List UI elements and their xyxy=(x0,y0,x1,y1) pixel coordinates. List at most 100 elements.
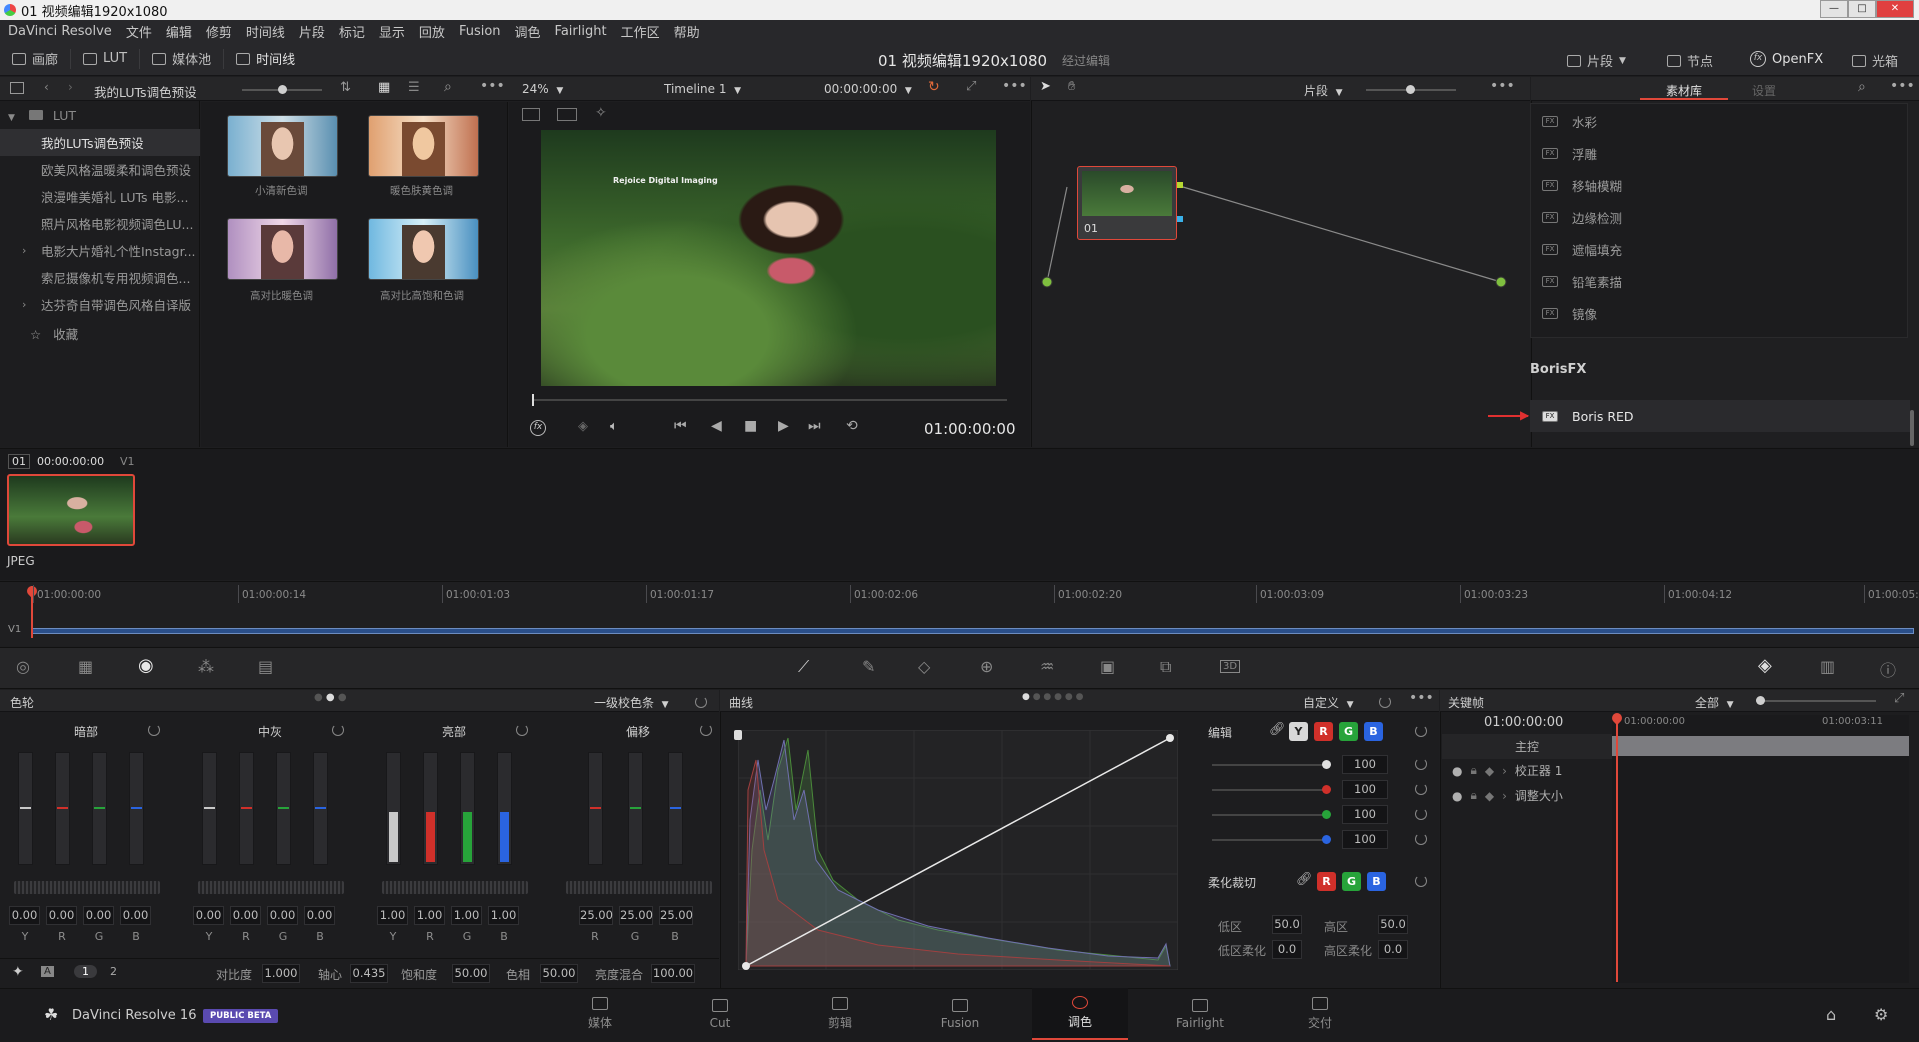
menu-fusion[interactable]: Fusion xyxy=(459,24,501,39)
keyframe-row-master[interactable]: 主控 xyxy=(1442,734,1612,759)
menu-trim[interactable]: 修剪 xyxy=(206,22,232,41)
viewer-mode-split-icon[interactable] xyxy=(557,108,577,121)
wheel-value-field[interactable]: 0.00 xyxy=(304,906,335,925)
keyframe-row-sizing[interactable]: ● 🔒︎ ◆ › 调整大小 xyxy=(1442,783,1612,808)
curves-icon[interactable]: ⟋ xyxy=(798,657,809,677)
sizing-icon[interactable]: ⧉ xyxy=(1160,657,1171,677)
fx-scrollbar[interactable] xyxy=(1910,410,1914,446)
menu-davinci[interactable]: DaVinci Resolve xyxy=(8,24,112,39)
wheel-value-field[interactable]: 0.00 xyxy=(120,906,151,925)
high-field[interactable]: 50.0 xyxy=(1378,915,1408,934)
fx-item[interactable]: FX 边缘检测 xyxy=(1530,201,1910,233)
rgb-mixer-icon[interactable]: ⁂ xyxy=(198,657,214,676)
menu-color[interactable]: 调色 xyxy=(515,22,541,41)
back-arrow-icon[interactable]: ‹ xyxy=(44,80,49,94)
primary-bar[interactable] xyxy=(313,752,328,865)
reset-icon[interactable] xyxy=(1415,783,1427,795)
thumbnail-size-slider[interactable] xyxy=(242,85,322,94)
reset-icon[interactable] xyxy=(1415,808,1427,820)
minimize-button[interactable]: — xyxy=(1820,0,1848,18)
page-deliver[interactable]: 交付 xyxy=(1272,988,1368,1040)
nodes-button[interactable]: 节点 xyxy=(1655,51,1725,70)
wheel-param-field[interactable]: 1.000 xyxy=(262,964,300,983)
wheel-value-field[interactable]: 1.00 xyxy=(414,906,445,925)
tab-settings[interactable]: 设置 xyxy=(1752,82,1776,99)
page-1-button[interactable]: 1 xyxy=(74,965,97,978)
wheel-value-field[interactable]: 0.00 xyxy=(9,906,40,925)
loop-icon[interactable]: ⟲ xyxy=(846,418,858,434)
soft-clip-green[interactable]: G xyxy=(1342,872,1361,891)
low-field[interactable]: 50.0 xyxy=(1272,915,1302,934)
clips-button[interactable]: 片段 ▼ xyxy=(1555,51,1638,70)
color-wheels-icon[interactable]: ◉ xyxy=(138,655,154,676)
primary-bar[interactable] xyxy=(460,752,475,865)
reset-icon[interactable] xyxy=(332,724,344,736)
intensity-field[interactable]: 100 xyxy=(1342,780,1388,799)
lut-button[interactable]: LUT xyxy=(71,51,139,66)
reset-icon[interactable] xyxy=(1379,696,1391,708)
grid-view-icon[interactable]: ▦ xyxy=(378,80,390,95)
layers-icon[interactable]: ◈ xyxy=(578,419,588,434)
high-soft-field[interactable]: 0.0 xyxy=(1378,940,1408,959)
wheel-value-field[interactable]: 1.00 xyxy=(377,906,408,925)
lightbox-button[interactable]: 光箱 xyxy=(1840,51,1910,70)
sort-icon[interactable]: ⇅ xyxy=(340,80,351,95)
favorites-item[interactable]: ☆ 收藏 xyxy=(30,324,78,343)
wheel-param-field[interactable]: 50.00 xyxy=(540,964,578,983)
primary-bar[interactable] xyxy=(276,752,291,865)
timeline-dropdown[interactable]: Timeline 1 ▼ xyxy=(664,82,741,96)
master-wheel-jog[interactable] xyxy=(566,881,712,894)
fx-item[interactable]: FX 铅笔素描 xyxy=(1530,265,1910,297)
fx-menu-icon[interactable]: fx xyxy=(530,420,546,436)
menu-view[interactable]: 显示 xyxy=(379,22,405,41)
go-to-start-icon[interactable]: ⏮︎ xyxy=(674,418,687,434)
tracker-icon[interactable]: ⊕ xyxy=(980,657,993,676)
intensity-field[interactable]: 100 xyxy=(1342,805,1388,824)
lut-folder-item[interactable]: › 电影大片婚礼个性Instagr... xyxy=(0,237,200,264)
fx-item[interactable]: FX 遮幅填充 xyxy=(1530,233,1910,265)
menu-playback[interactable]: 回放 xyxy=(419,22,445,41)
primary-bar[interactable] xyxy=(18,752,33,865)
info-icon[interactable]: ⓘ xyxy=(1880,657,1896,681)
fx-item[interactable]: FX 镜像 xyxy=(1530,297,1910,329)
node-01[interactable]: 01 xyxy=(1077,166,1183,240)
master-wheel-jog[interactable] xyxy=(14,881,160,894)
hand-tool-icon[interactable]: ✋︎ xyxy=(1068,79,1075,94)
menu-mark[interactable]: 标记 xyxy=(339,22,365,41)
lut-root-folder[interactable]: ▼ LUT xyxy=(8,108,76,123)
primary-bar[interactable] xyxy=(588,752,603,865)
curve-channel-r[interactable]: R xyxy=(1314,722,1333,741)
keyframe-row-corrector[interactable]: ● 🔒︎ ◆ › 校正器 1 xyxy=(1442,758,1612,783)
magic-wand-icon[interactable]: ✧ xyxy=(595,105,607,121)
keyframes-icon[interactable]: ◈ xyxy=(1758,655,1772,676)
lut-folder-item[interactable]: 照片风格电影视频调色LU... xyxy=(0,210,200,237)
close-button[interactable]: ✕ xyxy=(1876,0,1914,18)
boris-red-item[interactable]: FX Boris RED xyxy=(1530,400,1910,432)
link-icon[interactable]: 🔗︎ xyxy=(1269,722,1286,737)
menu-fairlight[interactable]: Fairlight xyxy=(555,24,607,39)
search-icon[interactable]: ⌕ xyxy=(1858,79,1866,95)
lut-thumbnail[interactable] xyxy=(227,115,338,177)
openfx-button[interactable]: fx OpenFX xyxy=(1738,51,1835,67)
node-mode-dropdown[interactable]: 片段 ▼ xyxy=(1304,82,1343,99)
keyframe-master-bar[interactable] xyxy=(1612,736,1909,756)
fullscreen-icon[interactable]: ⤢ xyxy=(966,79,976,94)
wheel-value-field[interactable]: 25.00 xyxy=(579,906,613,925)
wheel-param-field[interactable]: 50.00 xyxy=(452,964,490,983)
wheel-param-field[interactable]: 100.00 xyxy=(651,964,695,983)
wheel-value-field[interactable]: 25.00 xyxy=(659,906,693,925)
keyframe-filter-dropdown[interactable]: 全部 ▼ xyxy=(1695,694,1734,711)
blur-icon[interactable]: ♒︎ xyxy=(1040,657,1054,676)
keyframe-zoom-slider[interactable] xyxy=(1756,696,1876,705)
wheel-value-field[interactable]: 0.00 xyxy=(83,906,114,925)
panel-toggle-icon[interactable] xyxy=(10,82,24,94)
qualifier-icon[interactable]: ✎ xyxy=(862,657,875,676)
reset-icon[interactable] xyxy=(516,724,528,736)
wheel-value-field[interactable]: 0.00 xyxy=(267,906,298,925)
page-media[interactable]: 媒体 xyxy=(552,988,648,1040)
wheel-value-field[interactable]: 0.00 xyxy=(230,906,261,925)
intensity-slider[interactable] xyxy=(1212,835,1331,844)
more-options-icon[interactable]: ••• xyxy=(1890,78,1915,94)
curve-inputs-left[interactable] xyxy=(734,730,742,740)
link-icon[interactable]: 🔗︎ xyxy=(1296,872,1313,887)
